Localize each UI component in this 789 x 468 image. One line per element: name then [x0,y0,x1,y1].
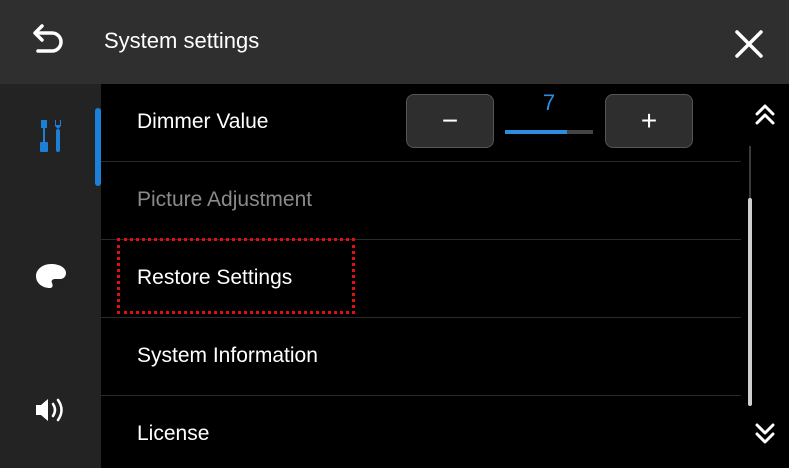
close-button[interactable] [729,24,769,64]
close-icon [735,30,763,58]
scroll-column [741,84,789,468]
tools-icon [39,120,61,152]
minus-icon: − [441,105,459,136]
picture-adjustment-label: Picture Adjustment [137,188,313,211]
license-label: License [137,422,210,445]
plus-icon: + [640,105,658,136]
sidebar-item-general[interactable] [0,90,101,182]
back-button[interactable] [26,24,66,60]
picture-adjustment-row[interactable]: Picture Adjustment [101,162,741,240]
dimmer-level-bar [505,130,593,134]
highlight-box [117,238,355,314]
settings-list: Dimmer Value − 7 + Picture Adjustment Re… [101,84,741,468]
system-information-label: System Information [137,344,318,367]
scroll-up-button[interactable] [745,94,785,134]
scrollbar-thumb[interactable] [748,198,752,406]
dimmer-value-label: Dimmer Value [137,110,269,133]
back-arrow-icon [33,24,63,53]
sidebar-item-display[interactable] [0,230,101,322]
sidebar-item-sound[interactable] [0,364,101,456]
dimmer-level-fill [505,130,567,134]
dimmer-value: 7 [542,90,556,115]
double-chevron-down-icon [755,423,775,444]
dimmer-decrease-button[interactable]: − [406,94,494,148]
page-title: System settings [104,28,260,53]
double-chevron-up-icon [755,104,775,125]
speaker-icon [35,398,63,422]
system-information-row[interactable]: System Information [101,318,741,396]
license-row[interactable]: License [101,396,741,468]
scroll-down-button[interactable] [745,414,785,454]
palette-icon [35,264,66,288]
dimmer-increase-button[interactable]: + [605,94,693,148]
sidebar [0,84,101,468]
title-bar: System settings [0,0,789,84]
dimmer-value-row: Dimmer Value − 7 + [101,84,741,162]
